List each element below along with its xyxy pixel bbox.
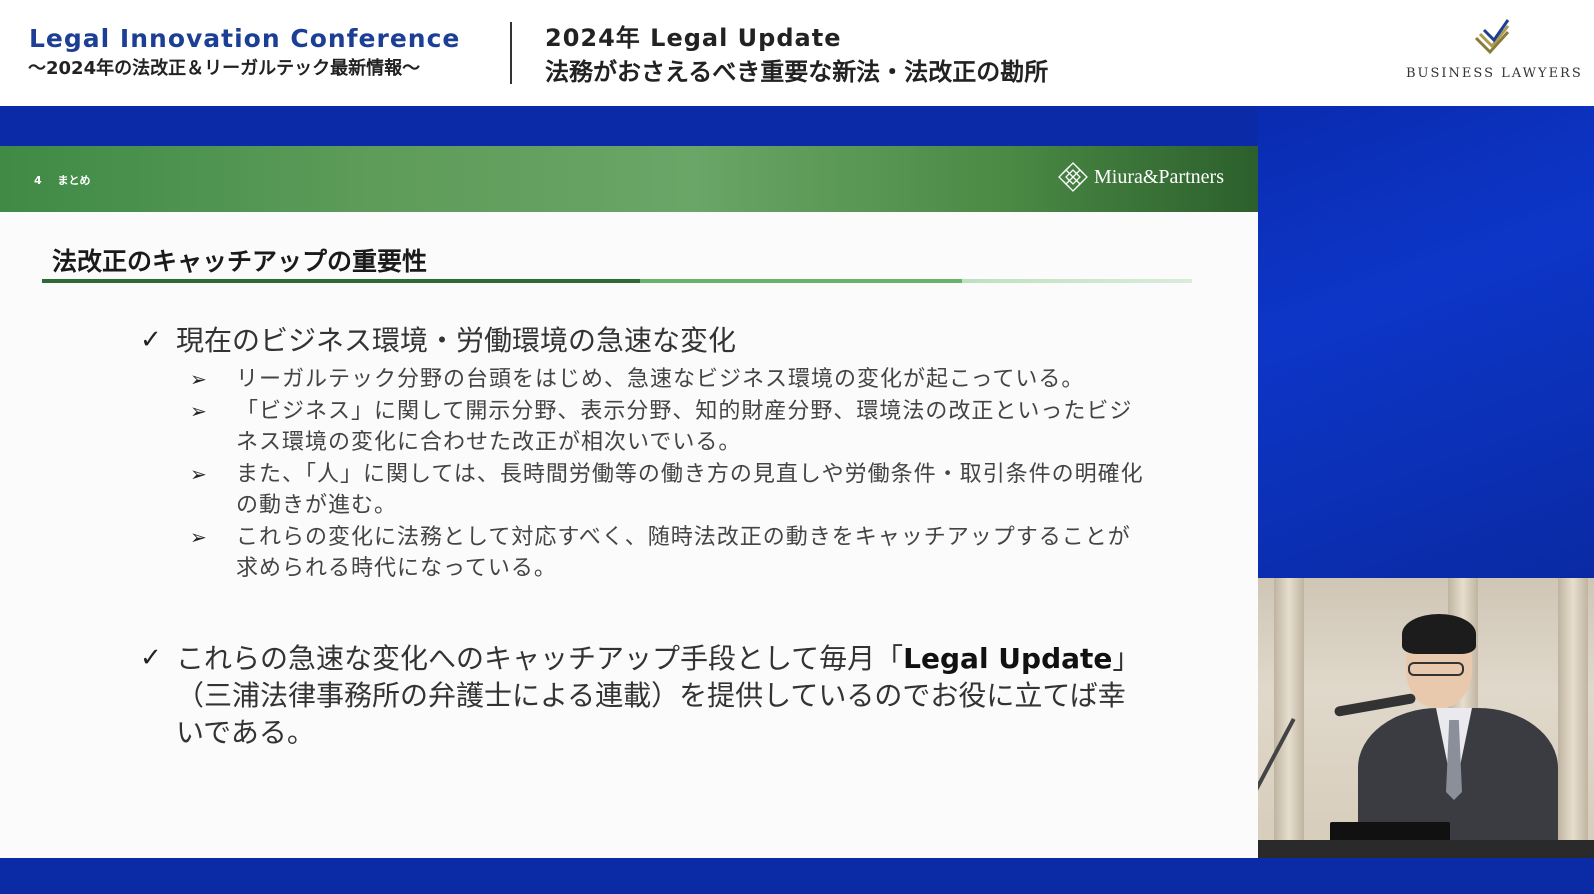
slide-heading: 法改正のキャッチアップの重要性 xyxy=(52,247,428,276)
slide-section-label: 4 まとめ xyxy=(34,172,91,188)
section-name: まとめ xyxy=(57,174,91,187)
session-subtitle: 法務がおさえるべき重要な新法・法改正の勘所 xyxy=(545,58,1049,86)
sub-point-text: これらの変化に法務として対応すべく、随時法改正の動きをキャッチアップすることが求… xyxy=(236,525,1131,581)
main-point-text-before: これらの急速な変化へのキャッチアップ手段として毎月「 xyxy=(176,642,904,675)
curtain xyxy=(1274,578,1304,858)
speaker-glasses xyxy=(1408,662,1464,676)
curtain xyxy=(1558,578,1588,858)
podium-desk xyxy=(1258,840,1594,858)
sub-point-list: ➢ リーガルテック分野の台頭をはじめ、急速なビジネス環境の変化が起こっている。 … xyxy=(190,364,1150,585)
header-divider xyxy=(510,22,512,84)
sub-point-text: また、「人」に関しては、長時間労働等の働き方の見直しや労働条件・取引条件の明確化… xyxy=(236,462,1144,518)
business-lawyers-logo-icon xyxy=(1474,19,1510,55)
speaker-video xyxy=(1258,578,1594,858)
conference-title: Legal Innovation Conference xyxy=(29,24,461,53)
sub-point: ➢ また、「人」に関しては、長時間労働等の働き方の見直しや労働条件・取引条件の明… xyxy=(190,459,1150,521)
main-point-1: ✓ 現在のビジネス環境・労働環境の急速な変化 xyxy=(140,322,1150,362)
arrow-bullet-icon: ➢ xyxy=(190,462,208,486)
heading-underline xyxy=(42,279,1192,283)
sub-point: ➢ リーガルテック分野の台頭をはじめ、急速なビジネス環境の変化が起こっている。 xyxy=(190,364,1150,395)
conference-subtitle: 〜2024年の法改正＆リーガルテック最新情報〜 xyxy=(28,58,421,79)
background-panel xyxy=(1258,106,1594,578)
speaker-hair xyxy=(1402,614,1476,654)
bottom-band xyxy=(0,858,1594,894)
arrow-bullet-icon: ➢ xyxy=(190,367,208,391)
sub-point-text: リーガルテック分野の台頭をはじめ、急速なビジネス環境の変化が起こっている。 xyxy=(236,367,1085,392)
section-number: 4 xyxy=(34,174,42,187)
arrow-bullet-icon: ➢ xyxy=(190,525,208,549)
presentation-slide: 4 まとめ Miura&Partners 法改正のキャッチアップの重要性 ✓ 現… xyxy=(0,146,1258,858)
arrow-bullet-icon: ➢ xyxy=(190,399,208,423)
business-lawyers-logo-text: BUSINESS LAWYERS xyxy=(1406,66,1583,81)
lattice-diamond-icon xyxy=(1058,162,1088,192)
conference-header: Legal Innovation Conference 〜2024年の法改正＆リ… xyxy=(0,0,1594,106)
sub-point: ➢ これらの変化に法務として対応すべく、随時法改正の動きをキャッチアップすること… xyxy=(190,522,1150,584)
sub-point: ➢ 「ビジネス」に関して開示分野、表示分野、知的財産分野、環境法の改正といったビ… xyxy=(190,396,1150,458)
main-point-text: これらの急速な変化へのキャッチアップ手段として毎月「Legal Update」（… xyxy=(176,640,1146,751)
main-point-2: ✓ これらの急速な変化へのキャッチアップ手段として毎月「Legal Update… xyxy=(140,640,1150,760)
checkmark-icon: ✓ xyxy=(140,325,162,355)
legal-update-emphasis: Legal Update xyxy=(903,642,1113,675)
checkmark-icon: ✓ xyxy=(140,643,162,673)
firm-logo: Miura&Partners xyxy=(1058,162,1224,192)
firm-name: Miura&Partners xyxy=(1094,165,1224,188)
slide-header-bar: 4 まとめ Miura&Partners xyxy=(0,146,1258,212)
session-title: 2024年 Legal Update xyxy=(545,24,842,52)
main-point-text: 現在のビジネス環境・労働環境の急速な変化 xyxy=(176,324,737,357)
sub-point-text: 「ビジネス」に関して開示分野、表示分野、知的財産分野、環境法の改正といったビジネ… xyxy=(236,399,1133,455)
